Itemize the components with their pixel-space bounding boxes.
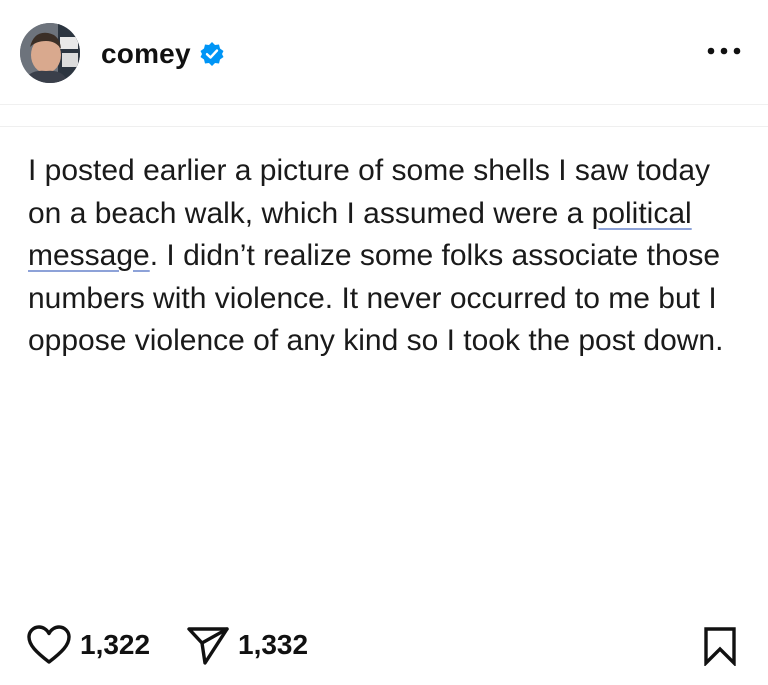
like-button[interactable]: 1,322 <box>26 620 150 670</box>
more-options-icon <box>707 47 741 55</box>
avatar[interactable] <box>20 23 80 83</box>
username[interactable]: comey <box>101 38 191 70</box>
username-row: comey <box>101 34 225 74</box>
share-button[interactable]: 1,332 <box>186 620 308 670</box>
content-divider <box>0 126 768 127</box>
save-button[interactable] <box>702 626 738 668</box>
heart-icon <box>27 625 71 664</box>
verified-badge-icon <box>199 41 225 67</box>
paper-plane-icon <box>187 627 229 665</box>
post-caption: I posted earlier a picture of some shell… <box>28 150 740 363</box>
more-options-button[interactable] <box>700 36 748 66</box>
caption-link-message[interactable]: message <box>28 239 150 272</box>
profile-photo-icon <box>20 23 80 83</box>
post-header: comey <box>0 0 768 104</box>
like-count: 1,322 <box>80 629 151 660</box>
caption-link-political[interactable]: political <box>592 197 692 230</box>
header-divider <box>0 104 768 105</box>
share-count: 1,332 <box>238 629 309 660</box>
bookmark-icon <box>704 627 736 668</box>
post-actions: 1,322 1,332 <box>0 620 768 670</box>
